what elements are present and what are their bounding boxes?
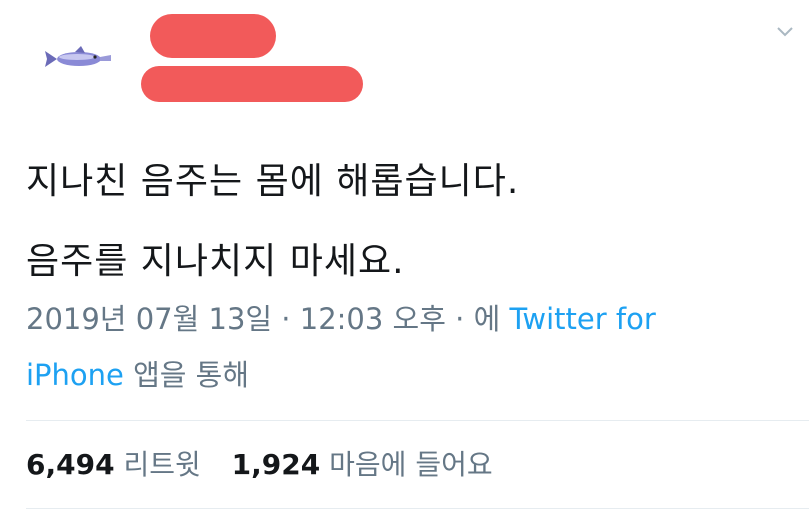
retweets-stat[interactable]: 6,494 리트윗: [26, 448, 201, 481]
tweet-metadata: 2019년 07월 13일 · 12:03 오후 · 에 Twitter for…: [26, 291, 766, 403]
fish-avatar-icon: [45, 46, 111, 67]
source-link[interactable]: iPhone: [26, 358, 124, 392]
likes-stat[interactable]: 1,924 마음에 들어요: [232, 448, 493, 481]
redacted-display-name: [150, 14, 276, 58]
separator: ·: [272, 302, 300, 336]
tweet-time: 12:03 오후: [299, 302, 446, 336]
tweet-text-line: 지나친 음주는 몸에 해롭습니다.: [26, 161, 520, 202]
chevron-down-icon[interactable]: [775, 24, 795, 40]
likes-label: 마음에 들어요: [329, 448, 493, 481]
tweet-text: 지나친 음주는 몸에 해롭습니다. 음주를 지나치지 마세요.: [26, 142, 786, 302]
avatar[interactable]: [42, 40, 120, 78]
separator: ·: [445, 302, 474, 336]
retweets-label: 리트윗: [123, 448, 201, 481]
divider: [26, 508, 809, 509]
redacted-username: [141, 66, 363, 102]
tweet-text-line: 음주를 지나치지 마세요.: [26, 241, 405, 282]
retweets-count: 6,494: [26, 448, 115, 481]
via-prefix: 에: [473, 302, 510, 336]
tweet-stats: 6,494 리트윗 1,924 마음에 들어요: [26, 440, 515, 490]
tweet-date: 2019년 07월 13일: [26, 302, 273, 336]
via-suffix: 앱을 통해: [123, 358, 250, 392]
source-link[interactable]: Twitter for: [509, 302, 655, 336]
likes-count: 1,924: [231, 448, 321, 481]
divider: [26, 420, 809, 421]
